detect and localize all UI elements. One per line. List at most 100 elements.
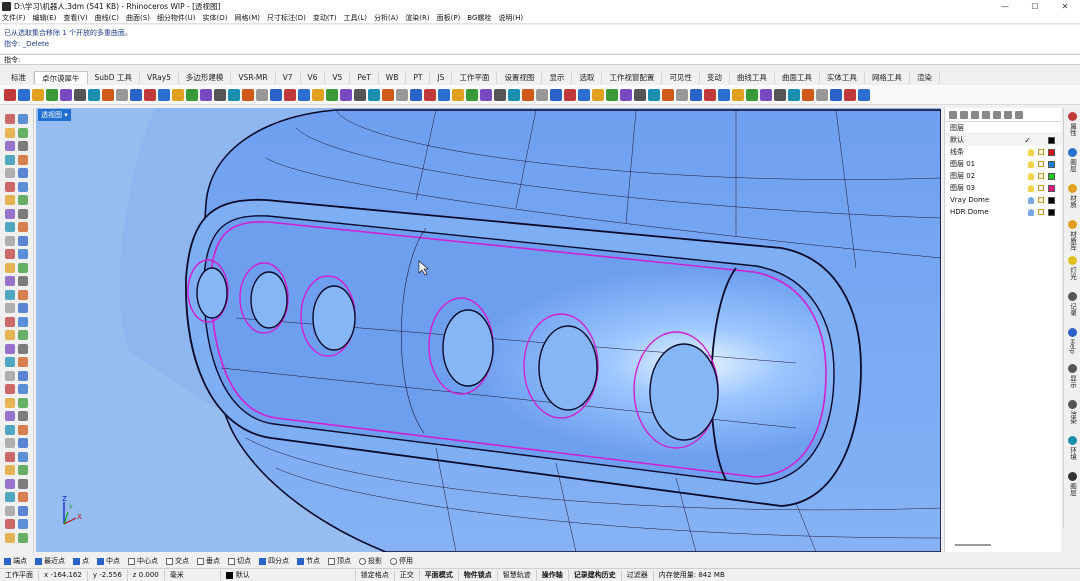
palette-tool-icon[interactable] <box>5 127 15 138</box>
toolbar-tool-icon[interactable] <box>242 88 254 101</box>
palette-tool-icon[interactable] <box>5 195 15 205</box>
palette-tool-icon[interactable] <box>5 532 15 543</box>
tab-15[interactable]: 显示 <box>542 71 573 84</box>
palette-tool-icon[interactable] <box>18 505 28 516</box>
tab-21[interactable]: 曲面工具 <box>775 71 820 84</box>
osnap-checkbox[interactable] <box>228 557 235 565</box>
palette-tool-icon[interactable] <box>5 370 15 381</box>
palette-tool-icon[interactable] <box>18 208 28 219</box>
tab-17[interactable]: 工作视窗配置 <box>602 71 663 84</box>
toolbar-tool-icon[interactable] <box>382 88 394 101</box>
status-toggle[interactable]: 记录建构历史 <box>569 569 622 581</box>
maximize-button[interactable]: ☐ <box>1020 0 1050 12</box>
toolbar-tool-icon[interactable] <box>816 88 828 101</box>
toolbar-tool-icon[interactable] <box>46 88 58 101</box>
toolbar-tool-icon[interactable] <box>284 88 296 101</box>
menu-view[interactable]: 查看(V) <box>63 13 87 23</box>
layer-row[interactable]: 图层 03 <box>945 182 1061 194</box>
toolbar-tool-icon[interactable] <box>578 88 590 101</box>
side-tab-5[interactable]: 记录 <box>1065 292 1080 316</box>
toolbar-tool-icon[interactable] <box>410 88 422 101</box>
panel-scrollbar[interactable] <box>955 544 991 546</box>
tab-18[interactable]: 可见性 <box>662 71 700 84</box>
layer-row[interactable]: 图层 02 <box>945 170 1061 182</box>
palette-tool-icon[interactable] <box>18 141 28 151</box>
toolbar-tool-icon[interactable] <box>802 88 814 101</box>
menu-render[interactable]: 渲染(R) <box>405 13 429 23</box>
palette-tool-icon[interactable] <box>18 330 28 340</box>
palette-tool-icon[interactable] <box>5 208 15 219</box>
lock-icon[interactable] <box>1038 161 1044 167</box>
toolbar-tool-icon[interactable] <box>718 88 730 101</box>
palette-tool-icon[interactable] <box>5 222 15 232</box>
toolbar-tool-icon[interactable] <box>564 88 576 101</box>
toolbar-tool-icon[interactable] <box>508 88 520 101</box>
palette-tool-icon[interactable] <box>5 249 15 259</box>
lock-icon[interactable] <box>1038 173 1044 179</box>
layer-color-swatch[interactable] <box>1048 148 1055 156</box>
menu-file[interactable]: 文件(F) <box>2 13 26 23</box>
palette-tool-icon[interactable] <box>18 289 28 300</box>
toolbar-tool-icon[interactable] <box>466 88 478 101</box>
toolbar-tool-icon[interactable] <box>270 88 282 101</box>
toolbar-tool-icon[interactable] <box>830 88 842 101</box>
menu-panels[interactable]: 面板(P) <box>437 13 461 23</box>
toolbar-tool-icon[interactable] <box>424 88 436 101</box>
palette-tool-icon[interactable] <box>18 168 28 178</box>
tab-7[interactable]: V6 <box>301 71 326 84</box>
toolbar-tool-icon[interactable] <box>340 88 352 101</box>
palette-tool-icon[interactable] <box>18 181 28 192</box>
toolbar-tool-icon[interactable] <box>214 88 226 101</box>
osnap-option[interactable]: 最近点 <box>35 556 65 566</box>
toolbar-tool-icon[interactable] <box>354 88 366 101</box>
toolbar-tool-icon[interactable] <box>18 88 30 101</box>
palette-tool-icon[interactable] <box>18 316 28 327</box>
osnap-checkbox[interactable] <box>259 557 266 565</box>
osnap-option[interactable]: 中点 <box>97 556 120 566</box>
tab-6[interactable]: V7 <box>276 71 301 84</box>
tab-3[interactable]: VRay5 <box>140 71 179 84</box>
viewport-title[interactable]: 透视图 <box>38 109 71 121</box>
menu-dimension[interactable]: 尺寸标注(D) <box>267 13 306 23</box>
status-toggle[interactable]: 智慧轨迹 <box>498 569 537 581</box>
side-tab-10[interactable]: 图层 <box>1065 472 1080 496</box>
toolbar-tool-icon[interactable] <box>480 88 492 101</box>
visibility-bulb-icon[interactable] <box>1028 196 1034 204</box>
move-up-icon[interactable] <box>982 110 990 119</box>
toolbar-tool-icon[interactable] <box>60 88 72 101</box>
toolbar-tool-icon[interactable] <box>676 88 688 101</box>
lock-icon[interactable] <box>1038 185 1044 191</box>
palette-tool-icon[interactable] <box>18 411 28 421</box>
tab-13[interactable]: 工作平面 <box>452 71 498 84</box>
toolbar-tool-icon[interactable] <box>550 88 562 101</box>
palette-tool-icon[interactable] <box>5 114 15 124</box>
palette-tool-icon[interactable] <box>5 478 15 489</box>
palette-tool-icon[interactable] <box>5 424 15 435</box>
tab-2[interactable]: SubD 工具 <box>88 71 140 84</box>
palette-tool-icon[interactable] <box>18 303 28 313</box>
visibility-bulb-icon[interactable] <box>1028 208 1034 216</box>
palette-tool-icon[interactable] <box>18 249 28 259</box>
layer-color-swatch[interactable] <box>1048 136 1055 144</box>
side-tab-8[interactable]: 渲染 <box>1065 400 1080 424</box>
lock-icon[interactable] <box>1038 209 1044 215</box>
osnap-option[interactable]: 节点 <box>297 556 320 566</box>
osnap-checkbox[interactable] <box>128 557 135 565</box>
tools-icon[interactable] <box>1015 110 1023 119</box>
layer-color-swatch[interactable] <box>1048 184 1055 192</box>
status-toggle[interactable]: 平面模式 <box>420 569 459 581</box>
tab-10[interactable]: WB <box>379 71 407 84</box>
palette-tool-icon[interactable] <box>18 424 28 435</box>
toolbar-tool-icon[interactable] <box>606 88 618 101</box>
palette-tool-icon[interactable] <box>18 262 28 273</box>
lock-icon[interactable] <box>1038 149 1044 155</box>
toolbar-tool-icon[interactable] <box>298 88 310 101</box>
toolbar-tool-icon[interactable] <box>522 88 534 101</box>
osnap-checkbox[interactable] <box>166 557 173 565</box>
palette-tool-icon[interactable] <box>5 154 15 165</box>
minimize-button[interactable]: — <box>990 0 1020 12</box>
menu-help[interactable]: 说明(H) <box>498 13 523 23</box>
toolbar-tool-icon[interactable] <box>858 88 870 101</box>
toolbar-tool-icon[interactable] <box>326 88 338 101</box>
palette-tool-icon[interactable] <box>18 397 28 408</box>
